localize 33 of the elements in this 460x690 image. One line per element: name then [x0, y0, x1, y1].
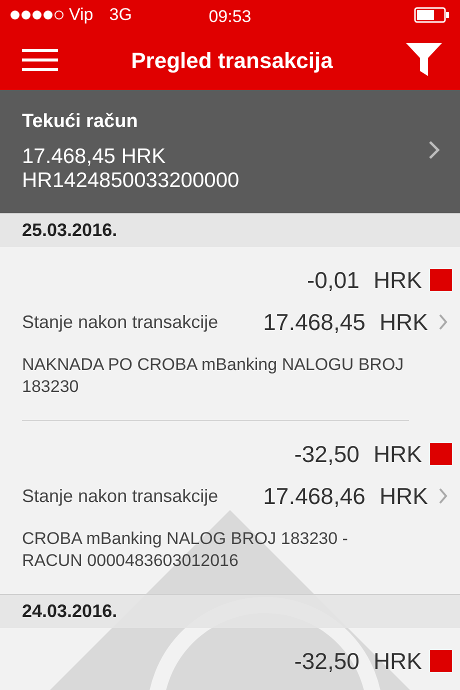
battery-icon	[414, 7, 450, 23]
currency-label: HRK	[373, 440, 422, 468]
date-header: 25.03.2016.	[0, 212, 460, 246]
screen-title: Pregled transakcija	[131, 46, 333, 75]
signal-icon	[10, 9, 64, 21]
account-iban: HR1424850033200000	[22, 168, 240, 192]
currency-label: HRK	[373, 266, 422, 294]
transaction-amount: -32,50	[294, 646, 360, 676]
chevron-right-icon	[438, 313, 448, 332]
currency-label: HRK	[373, 646, 422, 676]
balance-label: Stanje nakon transakcije	[22, 310, 218, 334]
transaction-amount: -0,01	[307, 266, 360, 294]
carrier-name: Vip	[69, 4, 94, 26]
account-panel[interactable]: Tekući račun 17.468,45 HRK HR1424850033200000	[0, 90, 460, 212]
transaction-description: NAKNADA PO CROBA mBanking NALOGU BROJ 183230	[22, 340, 409, 420]
account-balance: 17.468,45 HRK	[22, 144, 167, 168]
balance-label: Stanje nakon transakcije	[22, 484, 218, 508]
chevron-right-icon	[438, 487, 448, 506]
date-header: 24.03.2016.	[0, 594, 460, 628]
chevron-right-icon	[428, 140, 440, 160]
currency-label: HRK	[379, 482, 428, 511]
menu-icon	[22, 48, 58, 71]
currency-label: HRK	[379, 308, 428, 337]
network-type: 3G	[109, 4, 132, 26]
account-name: Tekući račun	[22, 110, 139, 134]
filter-icon	[406, 43, 442, 77]
menu-button[interactable]	[22, 48, 58, 72]
filter-button[interactable]	[406, 43, 442, 77]
balance-amount: 17.468,45	[263, 308, 366, 337]
transaction-amount: -32,50	[294, 440, 360, 468]
balance-amount: 17.468,46	[263, 482, 366, 511]
status-time: 09:53	[208, 6, 252, 28]
transaction-description: CROBA mBanking NALOG BROJ 183230 - RACUN 0000483603012016	[22, 528, 349, 572]
